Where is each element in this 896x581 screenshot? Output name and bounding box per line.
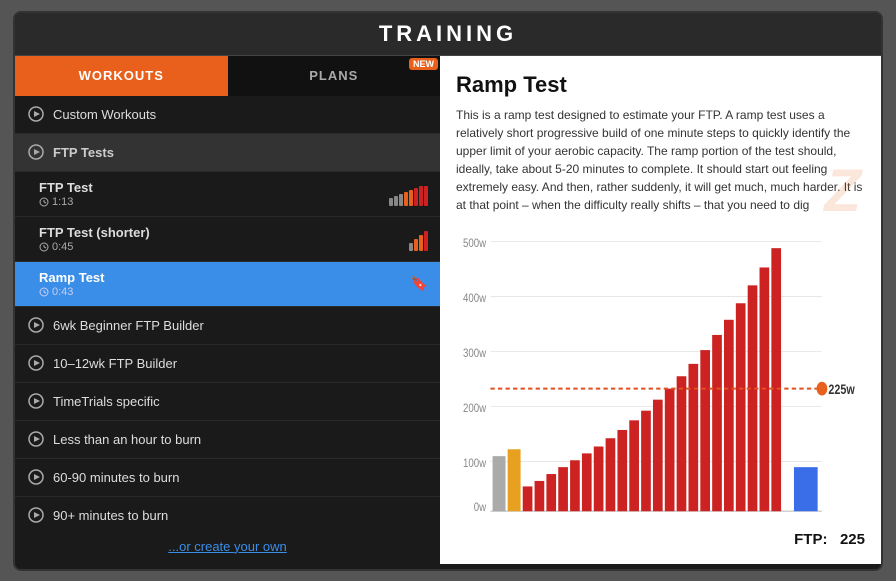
list-item-less-than-hour[interactable]: Less than an hour to burn (15, 421, 440, 459)
title-bar: TRAINING (15, 13, 881, 56)
list-area: Custom Workouts FTP Tests FTP Test (15, 96, 440, 529)
section-header-ftp-tests: FTP Tests (15, 134, 440, 172)
right-panel: Ramp Test This is a ramp test designed t… (440, 56, 881, 564)
ftp-section-icon (27, 143, 45, 161)
list-item-ramp-test[interactable]: Ramp Test 0:43 🔖 (15, 262, 440, 307)
plan-icon-90plus (27, 506, 45, 524)
plan-icon-less-hour (27, 430, 45, 448)
ramp-test-content: Ramp Test 0:43 (39, 270, 403, 298)
content-area: WORKOUTS PLANS NEW Custom Workouts (15, 56, 881, 564)
ftp-test-content: FTP Test 1:13 (39, 180, 389, 208)
chart-svg: 500w 400w 300w 200w 100w 0w (456, 222, 865, 525)
tab-bar: WORKOUTS PLANS NEW (15, 56, 440, 96)
new-badge: NEW (409, 58, 438, 70)
list-item-60-90[interactable]: 60-90 minutes to burn (15, 459, 440, 497)
svg-text:300w: 300w (463, 346, 487, 359)
list-item-10-12wk[interactable]: 10–12wk FTP Builder (15, 345, 440, 383)
bookmark-icon: 🔖 (411, 275, 428, 292)
plan-icon-60-90 (27, 468, 45, 486)
main-container: TRAINING WORKOUTS PLANS NEW (13, 11, 883, 571)
svg-text:500w: 500w (463, 236, 487, 249)
play-circle-icon (27, 105, 45, 123)
zwift-logo: Z (824, 156, 861, 225)
ftp-shorter-bars (409, 227, 428, 251)
svg-text:200w: 200w (463, 402, 487, 415)
list-item-timetrials[interactable]: TimeTrials specific (15, 383, 440, 421)
app-title: TRAINING (23, 21, 873, 47)
left-panel: WORKOUTS PLANS NEW Custom Workouts (15, 56, 440, 564)
plan-icon-6wk (27, 316, 45, 334)
list-item-6wk-beginner[interactable]: 6wk Beginner FTP Builder (15, 307, 440, 345)
ftp-test-bars (389, 182, 428, 206)
svg-text:100w: 100w (463, 457, 487, 470)
svg-text:225w: 225w (828, 381, 855, 397)
list-item-custom-workouts[interactable]: Custom Workouts (15, 96, 440, 134)
svg-text:0w: 0w (474, 501, 487, 514)
chart-area: 500w 400w 300w 200w 100w 0w (456, 222, 865, 525)
tab-workouts[interactable]: WORKOUTS (15, 56, 228, 96)
plan-icon-timetrials (27, 392, 45, 410)
create-link[interactable]: ...or create your own (15, 529, 440, 564)
list-item-ftp-test-shorter[interactable]: FTP Test (shorter) 0:45 (15, 217, 440, 262)
ftp-display: FTP: 225 (456, 525, 865, 548)
workout-description: This is a ramp test designed to estimate… (456, 106, 865, 214)
ftp-test-shorter-content: FTP Test (shorter) 0:45 (39, 225, 409, 253)
list-item-90plus[interactable]: 90+ minutes to burn (15, 497, 440, 529)
svg-text:400w: 400w (463, 291, 487, 304)
plan-icon-10wk (27, 354, 45, 372)
workout-title: Ramp Test (456, 72, 865, 98)
list-item-ftp-test[interactable]: FTP Test 1:13 (15, 172, 440, 217)
